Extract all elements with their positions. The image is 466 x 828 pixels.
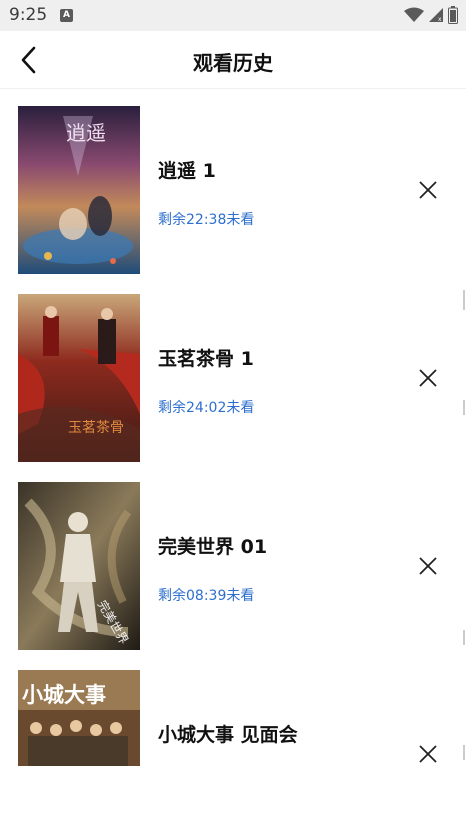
- list-item[interactable]: 小城大事 小城大事 见面会: [0, 653, 466, 766]
- status-icons: x: [404, 6, 458, 24]
- close-icon: [419, 369, 437, 387]
- delete-button[interactable]: [415, 553, 441, 579]
- a-icon: A: [60, 9, 73, 22]
- poster-image: 完美世界: [18, 482, 140, 650]
- battery-icon: [448, 6, 458, 24]
- signal-icon: x: [429, 8, 443, 23]
- item-remaining: 剩余22:38未看: [158, 212, 255, 228]
- poster-thumbnail[interactable]: 玉茗茶骨: [18, 294, 140, 462]
- close-icon: [419, 745, 437, 763]
- scroll-edge-marks: [463, 290, 465, 760]
- list-item[interactable]: 完美世界 完美世界 01 剩余08:39未看: [0, 465, 466, 653]
- poster-thumbnail[interactable]: 完美世界: [18, 482, 140, 650]
- poster-title-text: 小城大事: [22, 683, 106, 707]
- poster-title-text: 逍遥: [66, 121, 106, 145]
- item-title: 完美世界 01: [158, 536, 268, 558]
- poster-image: 小城大事: [18, 670, 140, 766]
- item-title: 逍遥 1: [158, 160, 216, 182]
- poster-image: 逍遥: [18, 106, 140, 274]
- status-bar: 9:25 A x: [0, 0, 466, 31]
- close-icon: [419, 557, 437, 575]
- close-icon: [419, 181, 437, 199]
- delete-button[interactable]: [415, 177, 441, 203]
- poster-image: 玉茗茶骨: [18, 294, 140, 462]
- delete-button[interactable]: [415, 365, 441, 391]
- item-title: 小城大事 见面会: [158, 724, 298, 746]
- page-title: 观看历史: [193, 51, 273, 75]
- status-time: 9:25: [9, 5, 48, 25]
- history-list: 逍遥 逍遥 1 剩余22:38未看 玉茗茶骨 玉茗茶骨 1 剩余24:02未看 …: [0, 89, 466, 766]
- svg-text:x: x: [438, 16, 442, 23]
- poster-title-text: 玉茗茶骨: [68, 420, 124, 436]
- header: 观看历史: [0, 31, 466, 89]
- list-item[interactable]: 玉茗茶骨 玉茗茶骨 1 剩余24:02未看: [0, 277, 466, 465]
- delete-button[interactable]: [415, 741, 441, 766]
- poster-thumbnail[interactable]: 逍遥: [18, 106, 140, 274]
- item-title: 玉茗茶骨 1: [158, 348, 254, 370]
- poster-thumbnail[interactable]: 小城大事: [18, 670, 140, 766]
- item-remaining: 剩余24:02未看: [158, 400, 255, 416]
- wifi-icon: [404, 7, 424, 22]
- item-remaining: 剩余08:39未看: [158, 588, 255, 604]
- list-item[interactable]: 逍遥 逍遥 1 剩余22:38未看: [0, 89, 466, 277]
